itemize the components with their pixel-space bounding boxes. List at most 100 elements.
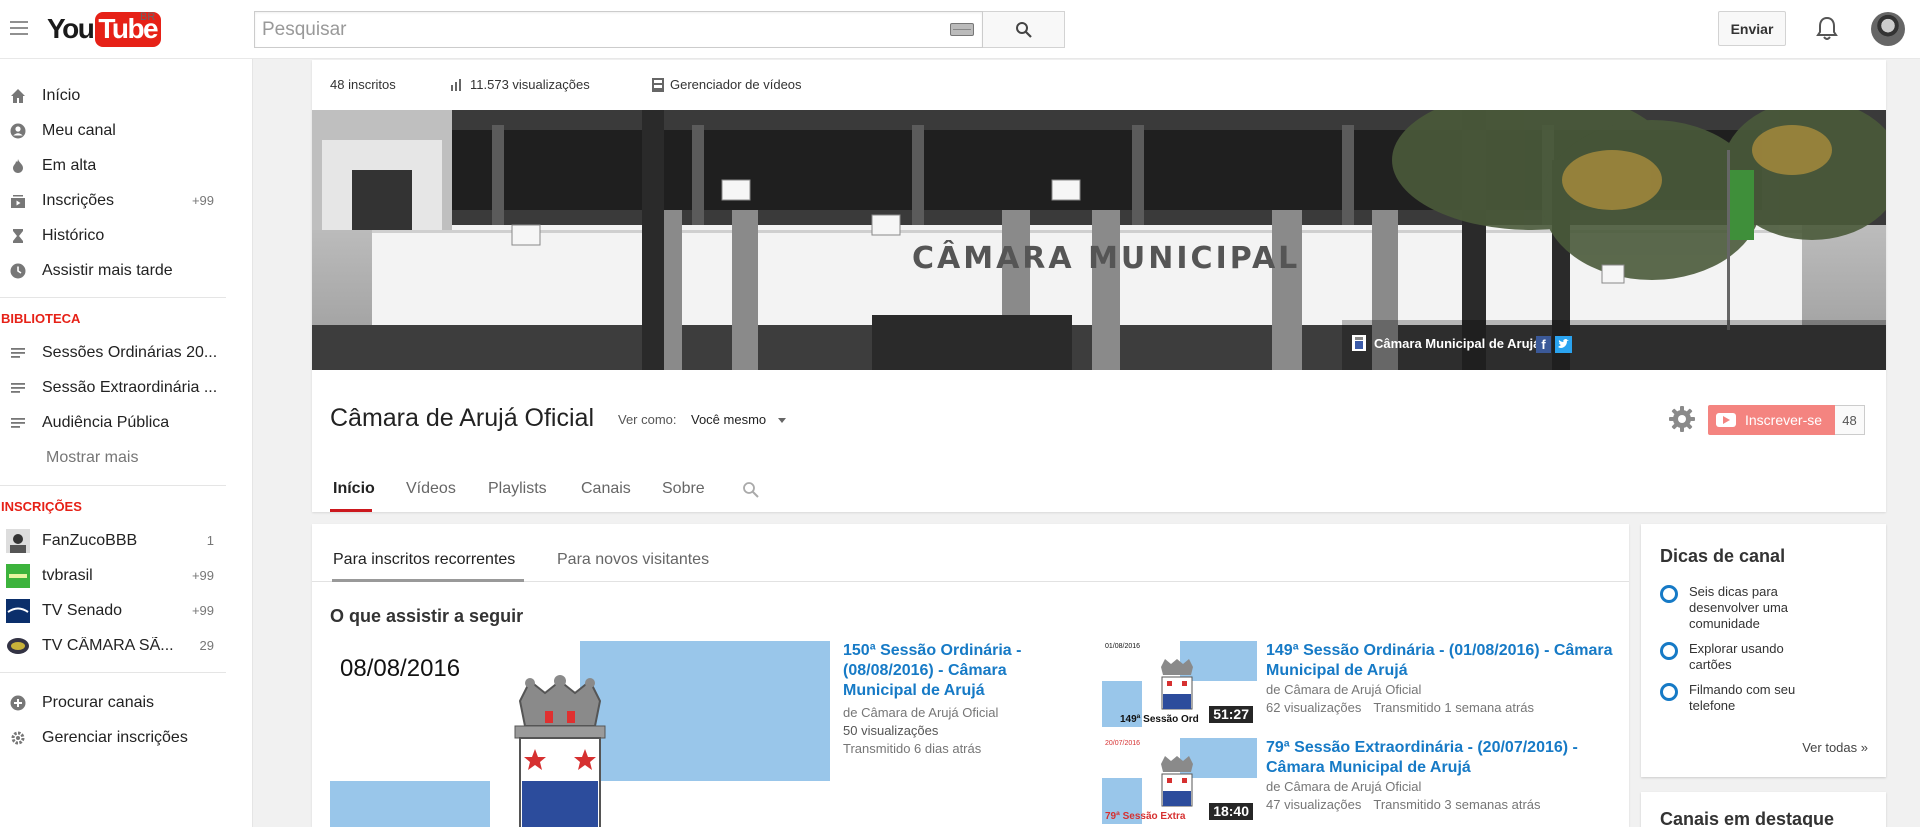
sidebar-item-playlist[interactable]: Sessão Extraordinária ... xyxy=(0,370,226,405)
sidebar-subscription[interactable]: FanZucoBBB 1 xyxy=(0,523,226,558)
sidebar-item-label: Assistir mais tarde xyxy=(42,261,173,279)
sidebar-item-manage-subscriptions[interactable]: Gerenciar inscrições xyxy=(0,720,226,755)
twitter-icon[interactable] xyxy=(1555,336,1572,353)
featured-video-views: 50 visualizações xyxy=(843,723,939,738)
featured-channels-card: Canais em destaque xyxy=(1641,792,1886,827)
facebook-icon[interactable]: f xyxy=(1536,336,1551,353)
video-time: Transmitido 1 semana atrás xyxy=(1373,700,1535,715)
plus-circle-icon xyxy=(10,695,26,710)
tip-label: Seis dicas para desenvolver uma comunida… xyxy=(1689,584,1788,631)
sidebar-item-watch-later[interactable]: Assistir mais tarde xyxy=(0,253,226,288)
sidebar-item-label: Audiência Pública xyxy=(42,413,170,431)
logo-you: You xyxy=(47,13,95,44)
channel-search-icon[interactable] xyxy=(742,481,760,499)
video-channel[interactable]: de Câmara de Arujá Oficial xyxy=(1266,778,1616,796)
banner-link[interactable]: Câmara Municipal de Arujá xyxy=(1352,335,1540,351)
flame-icon xyxy=(13,158,23,173)
sidebar-item-playlist[interactable]: Audiência Pública xyxy=(0,405,226,440)
video-thumbnail[interactable]: 01/08/2016 149ª Sessão Ord 51:27 xyxy=(1102,641,1257,727)
featured-video-title[interactable]: 150ª Sessão Ordinária - (08/08/2016) - C… xyxy=(843,641,1083,701)
video-manager-icon xyxy=(652,77,664,92)
view-as-dropdown[interactable]: Você mesmo xyxy=(691,412,766,427)
library-header: BIBLIOTECA xyxy=(1,311,81,326)
video-manager-link[interactable]: Gerenciador de vídeos xyxy=(652,77,802,92)
view-as-label: Ver como: xyxy=(618,412,677,427)
upload-button[interactable]: Enviar xyxy=(1718,11,1786,46)
playlist-icon xyxy=(11,417,25,428)
sidebar-divider xyxy=(0,297,226,298)
sidebar-item-label: Procurar canais xyxy=(42,693,155,711)
sidebar-item-subscriptions[interactable]: Inscrições +99 xyxy=(0,183,226,218)
sidebar-subscription[interactable]: tvbrasil +99 xyxy=(0,558,226,593)
search-button[interactable] xyxy=(983,11,1065,48)
chevron-down-icon[interactable] xyxy=(778,418,786,423)
sidebar-subscription[interactable]: TV Senado +99 xyxy=(0,593,226,628)
channel-tips-card: Dicas de canal Seis dicas para desenvolv… xyxy=(1641,524,1886,777)
sidebar-item-browse-channels[interactable]: Procurar canais xyxy=(0,685,226,720)
tab-new-visitors[interactable]: Para novos visitantes xyxy=(557,551,709,569)
tab-videos[interactable]: Vídeos xyxy=(406,480,456,498)
tip-item[interactable]: Explorar usando cartões xyxy=(1660,641,1809,673)
tab-home[interactable]: Início xyxy=(333,480,375,498)
tip-item[interactable]: Seis dicas para desenvolver uma comunida… xyxy=(1660,584,1809,632)
sidebar-item-trending[interactable]: Em alta xyxy=(0,148,226,183)
tip-item[interactable]: Filmando com seu telefone xyxy=(1660,682,1809,714)
featured-video-channel[interactable]: de Câmara de Arujá Oficial xyxy=(843,704,1083,722)
sidebar-item-playlist[interactable]: Sessões Ordinárias 20... xyxy=(0,335,226,370)
channel-avatar xyxy=(6,563,30,588)
banner-link-label: Câmara Municipal de Arujá xyxy=(1374,335,1541,351)
sidebar-item-home[interactable]: Início xyxy=(0,78,226,113)
masthead: YouTube BR Enviar xyxy=(0,0,1920,59)
featured-channels-title: Canais em destaque xyxy=(1660,809,1835,827)
channel-settings-gear-icon[interactable] xyxy=(1668,405,1696,433)
subscribe-button[interactable]: Inscrever-se xyxy=(1708,405,1835,435)
tab-returning-subscribers[interactable]: Para inscritos recorrentes xyxy=(333,551,515,569)
search-input[interactable] xyxy=(255,12,950,47)
subscription-count: 29 xyxy=(199,638,214,653)
video-title[interactable]: 149ª Sessão Ordinária - (01/08/2016) - C… xyxy=(1266,641,1616,681)
playlist-icon xyxy=(11,347,25,358)
account-avatar[interactable] xyxy=(1871,12,1905,46)
featured-video-thumbnail[interactable]: 08/08/2016 xyxy=(330,641,830,827)
account-icon xyxy=(10,123,26,138)
youtube-logo[interactable]: You Tube BR xyxy=(47,11,162,47)
sidebar-item-label: Gerenciar inscrições xyxy=(42,728,188,746)
video-thumbnail[interactable]: 20/07/2016 79ª Sessão Extra 18:40 xyxy=(1102,738,1257,824)
menu-icon[interactable] xyxy=(10,21,28,35)
show-more-link[interactable]: Mostrar mais xyxy=(46,449,138,467)
banner-building-text: CÂMARA MUNICIPAL xyxy=(912,240,1300,276)
playlist-icon xyxy=(11,382,25,393)
thumbnail-caption: 149ª Sessão Ord xyxy=(1120,714,1199,725)
subscriptions-count: +99 xyxy=(191,193,214,208)
tip-circle-icon xyxy=(1660,642,1678,660)
channel-header: 48 inscritos 11.573 visualizações Gerenc… xyxy=(312,60,1886,512)
sidebar-item-label: Sessões Ordinárias 20... xyxy=(42,343,218,361)
subscribe-count: 48 xyxy=(1835,405,1865,435)
sidebar-subscription[interactable]: TV CÂMARA SÃ... 29 xyxy=(0,628,226,663)
sidebar-divider xyxy=(0,485,226,486)
tab-about[interactable]: Sobre xyxy=(662,480,705,498)
views-stat[interactable]: 11.573 visualizações xyxy=(450,77,590,92)
tab-channels[interactable]: Canais xyxy=(581,480,631,498)
bar-chart-icon xyxy=(451,78,461,91)
tab-playlists[interactable]: Playlists xyxy=(488,480,547,498)
subscriptions-icon xyxy=(11,194,25,208)
see-all-tips-link[interactable]: Ver todas » xyxy=(1802,740,1868,755)
sidebar-item-history[interactable]: Histórico xyxy=(0,218,226,253)
video-channel[interactable]: de Câmara de Arujá Oficial xyxy=(1266,681,1616,699)
featured-video-time: Transmitido 6 dias atrás xyxy=(843,741,982,756)
sidebar-item-my-channel[interactable]: Meu canal xyxy=(0,113,226,148)
sidebar-divider xyxy=(0,672,226,673)
subscriber-stat[interactable]: 48 inscritos xyxy=(330,77,396,92)
sidebar-item-label: Sessão Extraordinária ... xyxy=(42,378,218,396)
notification-bell-icon[interactable] xyxy=(1816,16,1838,42)
channel-banner: CÂMARA MUNICIPAL Câmara Municipal de Aru… xyxy=(312,110,1886,370)
channel-title[interactable]: Câmara de Arujá Oficial xyxy=(330,404,594,433)
sidebar-item-label: Meu canal xyxy=(42,121,116,139)
subscription-label: TV Senado xyxy=(42,601,123,619)
channel-content: Para inscritos recorrentes Para novos vi… xyxy=(312,524,1629,827)
video-title[interactable]: 79ª Sessão Extraordinária - (20/07/2016)… xyxy=(1266,738,1616,778)
video-time: Transmitido 3 semanas atrás xyxy=(1373,797,1541,812)
section-title: O que assistir a seguir xyxy=(330,606,524,626)
keyboard-icon[interactable] xyxy=(950,23,974,36)
